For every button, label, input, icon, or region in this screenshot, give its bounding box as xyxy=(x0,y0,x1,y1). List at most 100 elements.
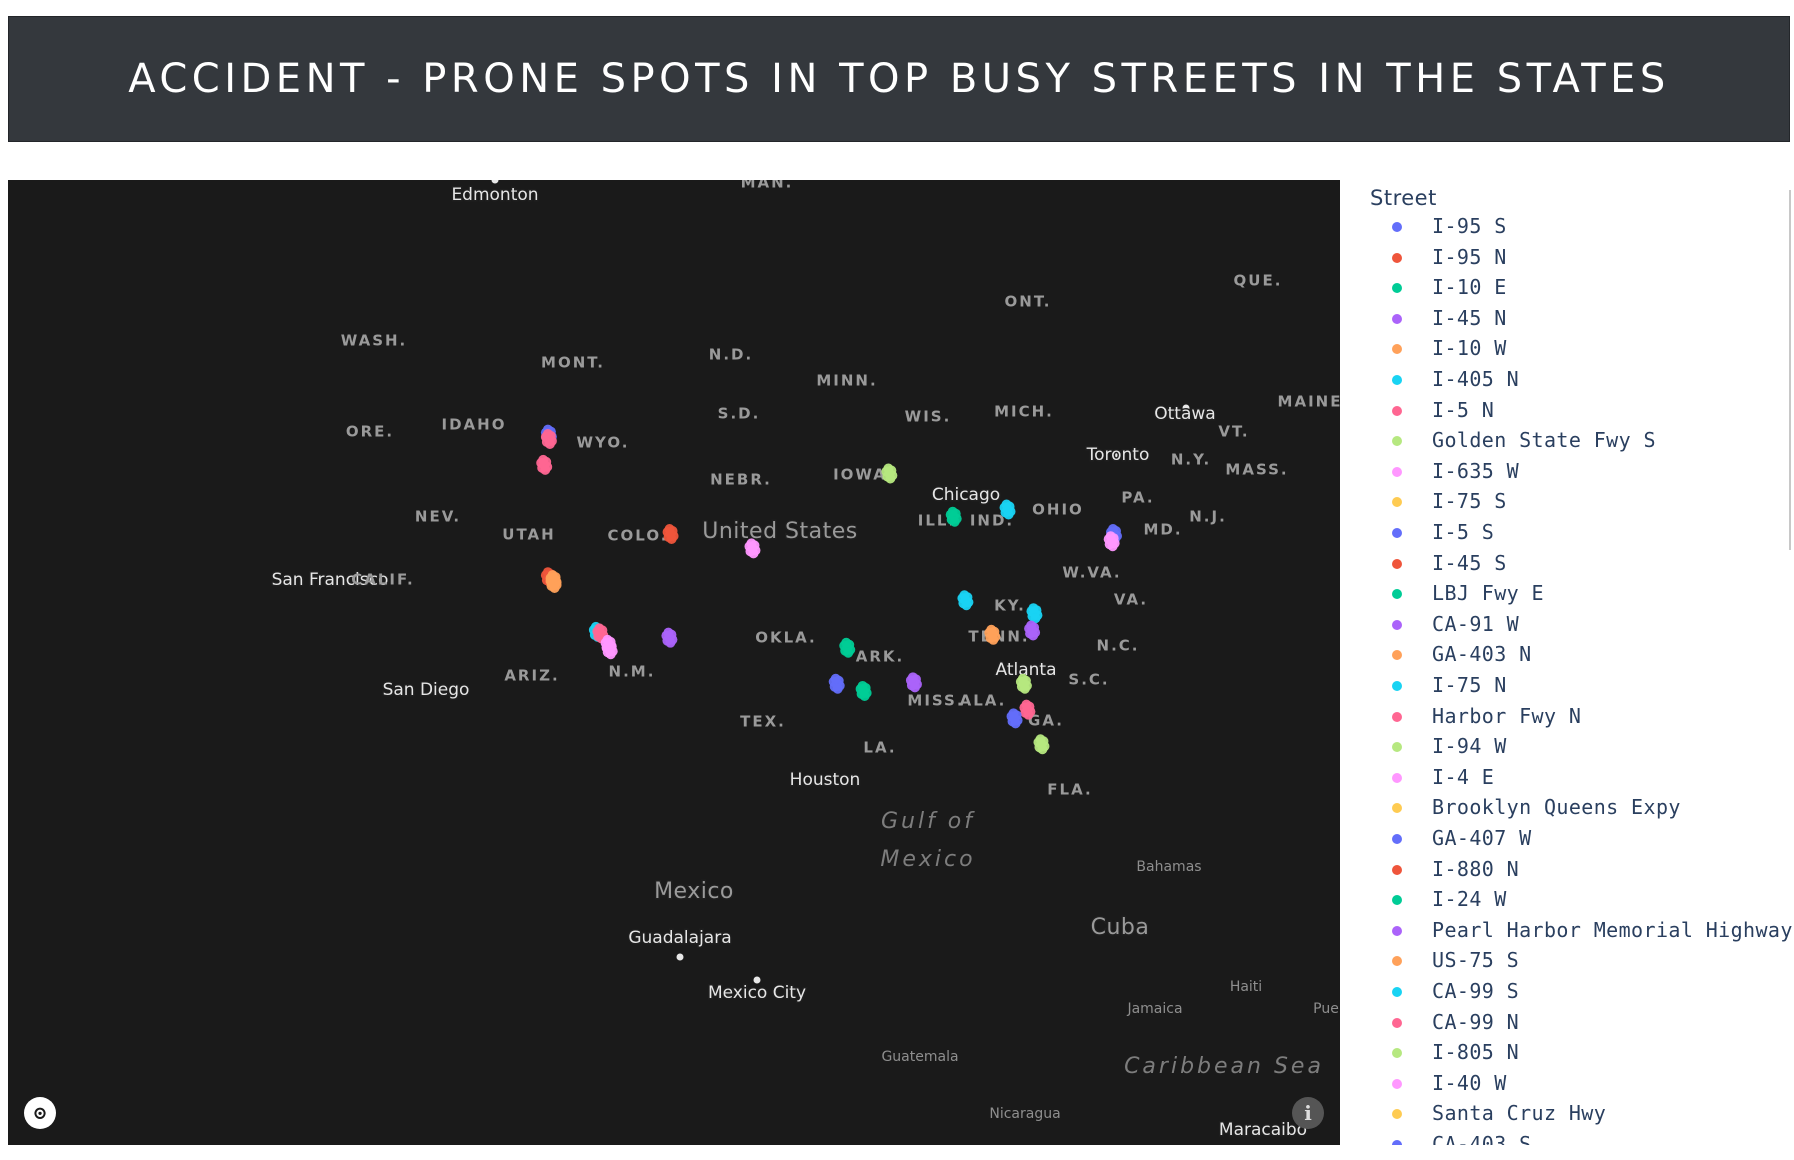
accident-point[interactable] xyxy=(843,647,854,658)
accident-point[interactable] xyxy=(1105,531,1116,542)
legend-item[interactable]: I-45 N xyxy=(1354,304,1784,334)
accident-point[interactable] xyxy=(1028,603,1039,614)
legend-item[interactable]: I-4 E xyxy=(1354,763,1784,793)
accident-cluster[interactable] xyxy=(1026,603,1043,624)
accident-cluster[interactable] xyxy=(957,590,974,611)
accident-point[interactable] xyxy=(666,534,677,544)
accident-point[interactable] xyxy=(885,473,896,484)
legend-item[interactable]: Pearl Harbor Memorial Highway xyxy=(1354,916,1792,946)
accident-point[interactable] xyxy=(665,637,676,648)
mapbox-logo-icon[interactable]: ⊙ xyxy=(24,1097,56,1129)
accident-point[interactable] xyxy=(549,582,560,593)
accident-point[interactable] xyxy=(1003,509,1014,520)
accident-point[interactable] xyxy=(959,590,970,601)
accident-point[interactable] xyxy=(1028,630,1039,641)
legend-item[interactable]: CA-99 N xyxy=(1354,1008,1784,1038)
accident-point[interactable] xyxy=(603,639,614,650)
accident-cluster[interactable] xyxy=(536,454,553,475)
legend-item[interactable]: CA-403 S xyxy=(1354,1130,1784,1145)
accident-point[interactable] xyxy=(538,454,549,465)
accident-point[interactable] xyxy=(540,464,551,475)
map-canvas[interactable]: Edmonton MAN. QUE. ONT. WASH. MONT. N.D. MINN. M… xyxy=(8,180,1340,1145)
accident-point[interactable] xyxy=(594,623,605,634)
legend-item[interactable]: I-94 W xyxy=(1354,732,1784,762)
legend-item[interactable]: I-75 S xyxy=(1354,487,1784,517)
accident-point[interactable] xyxy=(988,634,999,645)
accident-point[interactable] xyxy=(1037,744,1048,755)
accident-point[interactable] xyxy=(1008,708,1019,719)
legend-scrollbar[interactable] xyxy=(1789,190,1791,550)
accident-point[interactable] xyxy=(947,506,958,517)
legend-item[interactable]: CA-99 S xyxy=(1354,977,1784,1007)
accident-point[interactable] xyxy=(1023,709,1034,720)
accident-point[interactable] xyxy=(986,624,997,635)
legend-item[interactable]: I-75 N xyxy=(1354,671,1784,701)
accident-point[interactable] xyxy=(748,548,759,559)
accident-cluster[interactable] xyxy=(839,637,856,658)
legend-item-label: CA-99 S xyxy=(1432,979,1520,1003)
accident-point[interactable] xyxy=(605,649,616,660)
legend-item[interactable]: Brooklyn Queens Expy xyxy=(1354,793,1784,823)
accident-point[interactable] xyxy=(1021,699,1032,710)
legend-item[interactable]: I-24 W xyxy=(1354,885,1784,915)
info-icon[interactable]: i xyxy=(1292,1097,1324,1129)
legend-item[interactable]: I-10 E xyxy=(1354,273,1784,303)
legend-item[interactable]: Golden State Fwy S xyxy=(1354,426,1784,456)
accident-cluster[interactable] xyxy=(661,627,678,648)
legend-item[interactable]: GA-403 N xyxy=(1354,640,1784,670)
accident-point[interactable] xyxy=(830,673,841,684)
place-label-region: N.D. xyxy=(709,346,753,364)
accident-cluster[interactable] xyxy=(1006,708,1023,729)
accident-point[interactable] xyxy=(542,428,553,439)
accident-point[interactable] xyxy=(883,463,894,474)
accident-point[interactable] xyxy=(544,438,555,449)
accident-map[interactable]: Edmonton MAN. QUE. ONT. WASH. MONT. N.D. MINN. M… xyxy=(8,180,1340,1145)
legend-item[interactable]: I-95 N xyxy=(1354,243,1784,273)
legend-item[interactable]: Harbor Fwy N xyxy=(1354,702,1784,732)
accident-cluster[interactable] xyxy=(828,673,845,694)
legend-item[interactable]: GA-407 W xyxy=(1354,824,1784,854)
legend-item[interactable]: US-75 S xyxy=(1354,946,1784,976)
accident-point[interactable] xyxy=(1035,734,1046,745)
legend-item[interactable]: I-5 S xyxy=(1354,518,1784,548)
accident-point-layer[interactable] xyxy=(536,424,1122,755)
accident-point[interactable] xyxy=(1107,541,1118,552)
place-label-region: W.VA. xyxy=(1062,564,1121,582)
legend-item[interactable]: CA-91 W xyxy=(1354,610,1784,640)
accident-point[interactable] xyxy=(1010,718,1021,729)
legend-item[interactable]: I-10 W xyxy=(1354,334,1784,364)
accident-point[interactable] xyxy=(547,572,558,583)
legend-item-label: I-75 S xyxy=(1432,489,1507,514)
legend-item[interactable]: LBJ Fwy E xyxy=(1354,579,1784,609)
accident-point[interactable] xyxy=(1017,673,1028,684)
legend-item[interactable]: I-805 N xyxy=(1354,1038,1784,1068)
accident-cluster[interactable] xyxy=(1033,734,1050,755)
accident-point[interactable] xyxy=(1019,683,1030,694)
place-label-region: N.C. xyxy=(1097,637,1140,655)
legend-item[interactable]: I-635 W xyxy=(1354,457,1784,487)
place-label-region: S.D. xyxy=(718,405,761,423)
accident-point[interactable] xyxy=(746,538,757,549)
legend-item[interactable]: I-405 N xyxy=(1354,365,1784,395)
accident-point[interactable] xyxy=(832,683,843,694)
legend-item[interactable]: Santa Cruz Hwy xyxy=(1354,1099,1784,1129)
legend-item[interactable]: I-40 W xyxy=(1354,1069,1784,1099)
legend-item[interactable]: I-880 N xyxy=(1354,855,1784,885)
legend-dot-icon xyxy=(1392,1017,1402,1028)
accident-point[interactable] xyxy=(961,600,972,611)
accident-point[interactable] xyxy=(664,524,675,534)
legend-item[interactable]: I-5 N xyxy=(1354,396,1784,426)
legend-item[interactable]: I-95 S xyxy=(1354,212,1784,242)
accident-cluster[interactable] xyxy=(905,672,922,693)
accident-point[interactable] xyxy=(909,682,920,693)
accident-point[interactable] xyxy=(859,690,870,701)
accident-point[interactable] xyxy=(663,627,674,638)
accident-point[interactable] xyxy=(1001,499,1012,510)
accident-cluster[interactable] xyxy=(855,680,872,701)
accident-point[interactable] xyxy=(857,680,868,691)
accident-point[interactable] xyxy=(949,516,960,527)
accident-point[interactable] xyxy=(1026,620,1037,631)
legend-item[interactable]: I-45 S xyxy=(1354,549,1784,579)
accident-point[interactable] xyxy=(841,637,852,648)
accident-point[interactable] xyxy=(907,672,918,683)
